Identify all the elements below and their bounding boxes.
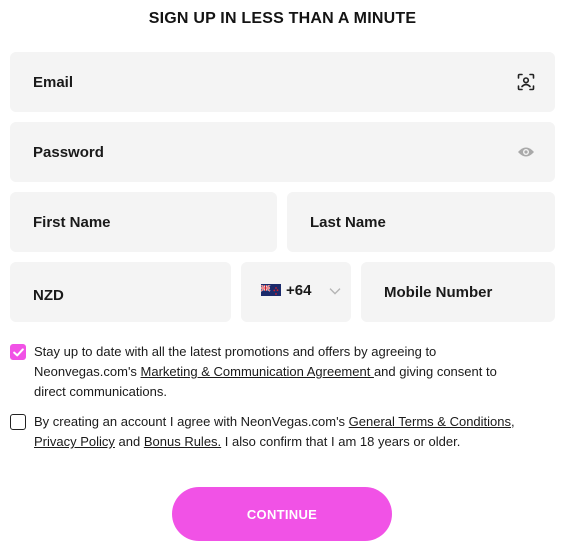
eye-icon[interactable] bbox=[517, 146, 535, 158]
password-field[interactable]: Password bbox=[10, 122, 555, 182]
country-code-select[interactable]: +64 bbox=[241, 262, 351, 322]
page-title: SIGN UP IN LESS THAN A MINUTE bbox=[148, 10, 417, 27]
privacy-policy-link[interactable]: Privacy Policy bbox=[34, 434, 115, 449]
terms-consent-row: By creating an account I agree with Neon… bbox=[10, 412, 540, 452]
terms-text-4: I also confirm that I am 18 years or old… bbox=[221, 434, 461, 449]
email-field[interactable]: Email bbox=[10, 52, 555, 112]
marketing-agreement-link[interactable]: Marketing & Communication Agreement bbox=[141, 364, 374, 379]
last-name-label: Last Name bbox=[310, 213, 386, 231]
face-scan-icon[interactable] bbox=[517, 73, 535, 91]
country-code-value: +64 bbox=[286, 281, 312, 299]
currency-select[interactable]: NZD bbox=[10, 262, 231, 322]
mobile-number-field[interactable]: Mobile Number bbox=[361, 262, 555, 322]
terms-text-2: , bbox=[511, 414, 515, 429]
general-terms-link[interactable]: General Terms & Conditions bbox=[349, 414, 511, 429]
promo-consent-row: Stay up to date with all the latest prom… bbox=[10, 342, 530, 402]
last-name-field[interactable]: Last Name bbox=[287, 192, 555, 252]
new-zealand-flag-icon bbox=[261, 284, 281, 296]
mobile-number-label: Mobile Number bbox=[384, 283, 493, 301]
terms-consent-text: By creating an account I agree with Neon… bbox=[34, 412, 540, 452]
promo-consent-checkbox[interactable] bbox=[10, 344, 26, 360]
continue-button[interactable]: CONTINUE bbox=[172, 487, 392, 541]
terms-text-1: By creating an account I agree with Neon… bbox=[34, 414, 349, 429]
bonus-rules-link[interactable]: Bonus Rules. bbox=[144, 434, 221, 449]
password-label: Password bbox=[33, 143, 104, 161]
chevron-down-icon bbox=[329, 282, 341, 300]
promo-consent-text: Stay up to date with all the latest prom… bbox=[34, 342, 530, 402]
first-name-field[interactable]: First Name bbox=[10, 192, 277, 252]
first-name-label: First Name bbox=[33, 213, 111, 231]
currency-value: NZD bbox=[33, 286, 64, 304]
terms-text-3: and bbox=[114, 434, 144, 449]
terms-consent-checkbox[interactable] bbox=[10, 414, 26, 430]
email-label: Email bbox=[33, 73, 74, 91]
